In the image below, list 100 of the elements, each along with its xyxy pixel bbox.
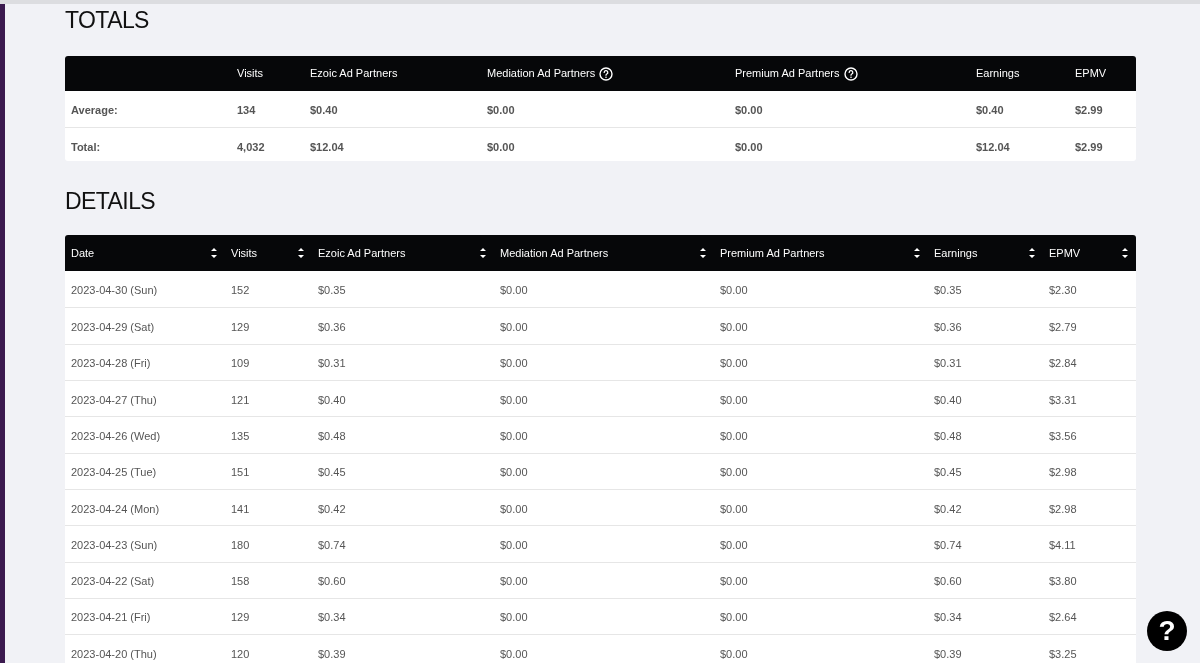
table-cell: $0.39 bbox=[934, 647, 962, 660]
table-cell: 151 bbox=[231, 466, 250, 479]
table-cell: 2023-04-20 (Thu) bbox=[71, 647, 157, 660]
table-cell: $2.99 bbox=[1075, 140, 1103, 153]
table-cell: $0.36 bbox=[318, 321, 346, 334]
table-cell: $2.30 bbox=[1049, 284, 1077, 297]
table-cell: $2.84 bbox=[1049, 357, 1077, 370]
column-header[interactable]: Mediation Ad Partners bbox=[500, 244, 609, 262]
help-icon[interactable] bbox=[599, 66, 614, 81]
table-cell: 158 bbox=[231, 575, 250, 588]
sort-icon[interactable] bbox=[480, 247, 486, 260]
table-cell: $0.00 bbox=[720, 647, 748, 660]
table-cell: $0.00 bbox=[720, 430, 748, 442]
table-cell: $2.64 bbox=[1049, 611, 1077, 624]
table-cell: $2.99 bbox=[1075, 104, 1103, 116]
table-cell: $0.00 bbox=[720, 575, 748, 588]
table-cell: $0.60 bbox=[318, 575, 346, 588]
sort-icon[interactable] bbox=[1122, 247, 1128, 260]
sort-icon[interactable] bbox=[700, 247, 706, 260]
column-header[interactable]: Visits bbox=[231, 244, 258, 262]
table-cell: $0.00 bbox=[500, 575, 528, 588]
table-cell: $0.40 bbox=[318, 393, 346, 406]
table-cell: $0.00 bbox=[720, 466, 748, 479]
table-cell: $0.00 bbox=[500, 538, 528, 551]
table-cell: $0.00 bbox=[720, 393, 748, 406]
table-cell: $12.04 bbox=[310, 140, 344, 153]
table-cell: $0.00 bbox=[720, 357, 748, 370]
table-cell: 135 bbox=[231, 430, 250, 442]
table-cell: 2023-04-23 (Sun) bbox=[71, 538, 158, 551]
table-cell: 120 bbox=[231, 647, 250, 660]
table-cell: $3.80 bbox=[1049, 575, 1077, 588]
table-cell: $3.31 bbox=[1049, 393, 1077, 406]
sort-icon[interactable] bbox=[211, 247, 217, 260]
table-cell: 4,032 bbox=[237, 140, 265, 153]
sort-icon[interactable] bbox=[914, 247, 920, 260]
table-cell: 2023-04-29 (Sat) bbox=[71, 321, 155, 334]
table-cell: $0.42 bbox=[934, 502, 962, 515]
column-header[interactable]: Date bbox=[71, 244, 95, 262]
table-cell: $0.00 bbox=[500, 611, 528, 624]
table-cell: 2023-04-30 (Sun) bbox=[71, 284, 158, 297]
table-cell: $2.98 bbox=[1049, 502, 1077, 515]
table-cell: $3.25 bbox=[1049, 647, 1077, 660]
table-cell: 129 bbox=[231, 611, 250, 624]
table-cell: 129 bbox=[231, 321, 250, 334]
table-cell: $0.40 bbox=[934, 393, 962, 406]
column-header[interactable]: Premium Ad Partners bbox=[720, 244, 825, 262]
table-cell: $0.40 bbox=[310, 104, 338, 116]
table-cell: 2023-04-21 (Fri) bbox=[71, 611, 151, 624]
table-cell: 121 bbox=[231, 393, 250, 406]
table-cell: $0.00 bbox=[720, 611, 748, 624]
table-cell: $0.39 bbox=[318, 647, 346, 660]
table-cell: $0.34 bbox=[934, 611, 962, 624]
table-cell: 2023-04-24 (Mon) bbox=[71, 502, 160, 515]
table-cell: $0.00 bbox=[720, 538, 748, 551]
table-cell: $0.00 bbox=[500, 393, 528, 406]
column-header[interactable]: EPMV bbox=[1049, 244, 1081, 262]
table-cell: $0.36 bbox=[934, 321, 962, 334]
table-cell: $0.74 bbox=[318, 538, 346, 551]
table-cell: 2023-04-22 (Sat) bbox=[71, 575, 155, 588]
section-title: DETAILS bbox=[65, 187, 157, 216]
table-cell: $0.45 bbox=[934, 466, 962, 479]
help-button[interactable]: ? bbox=[1147, 611, 1187, 651]
table-cell: $0.48 bbox=[318, 430, 346, 442]
table-cell: $0.31 bbox=[318, 357, 346, 370]
table-cell: $0.42 bbox=[318, 502, 346, 515]
table-cell: 2023-04-28 (Fri) bbox=[71, 357, 151, 370]
table-cell: $0.45 bbox=[318, 466, 346, 479]
table-cell: $0.00 bbox=[500, 321, 528, 334]
table-cell: $0.48 bbox=[934, 430, 962, 442]
table-cell: 134 bbox=[237, 104, 256, 116]
table-cell: $0.00 bbox=[500, 284, 528, 297]
table-cell: $3.56 bbox=[1049, 430, 1077, 442]
table-cell: $0.00 bbox=[735, 104, 763, 116]
column-header: Earnings bbox=[976, 66, 1020, 82]
table-cell: $0.40 bbox=[976, 104, 1004, 116]
table-cell: $0.00 bbox=[487, 140, 515, 153]
table-cell: 141 bbox=[231, 502, 250, 515]
help-icon[interactable] bbox=[843, 66, 858, 81]
table-cell: 2023-04-25 (Tue) bbox=[71, 466, 157, 479]
table-cell: $0.00 bbox=[720, 321, 748, 334]
table-cell: 152 bbox=[231, 284, 250, 297]
table-cell: $0.00 bbox=[735, 140, 763, 153]
column-header[interactable]: Ezoic Ad Partners bbox=[318, 244, 406, 262]
column-header: Mediation Ad Partners bbox=[487, 66, 596, 82]
table-cell: $0.00 bbox=[720, 284, 748, 297]
table-cell: $0.00 bbox=[500, 502, 528, 515]
sort-icon[interactable] bbox=[298, 247, 304, 260]
table-cell: $0.00 bbox=[500, 466, 528, 479]
table-cell: 2023-04-26 (Wed) bbox=[71, 430, 161, 442]
section-title: TOTALS bbox=[65, 6, 150, 34]
table-cell: $0.34 bbox=[318, 611, 346, 624]
sort-icon[interactable] bbox=[1029, 247, 1035, 260]
column-header: Ezoic Ad Partners bbox=[310, 66, 398, 82]
table-cell: $0.60 bbox=[934, 575, 962, 588]
table-cell: $0.00 bbox=[487, 104, 515, 116]
column-header[interactable]: Earnings bbox=[934, 244, 978, 262]
table-cell: 2023-04-27 (Thu) bbox=[71, 393, 157, 406]
table-cell: 180 bbox=[231, 538, 250, 551]
column-header: Visits bbox=[237, 66, 264, 82]
table-cell: $0.00 bbox=[500, 357, 528, 370]
